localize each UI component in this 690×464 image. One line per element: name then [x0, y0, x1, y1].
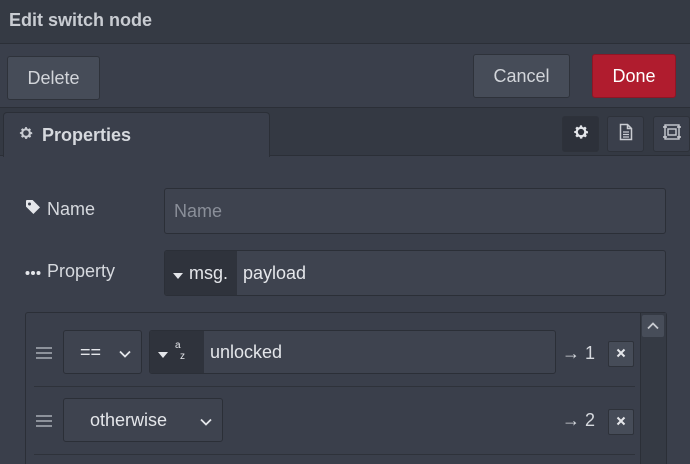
- chevron-down-icon: [200, 410, 212, 431]
- name-label: Name: [47, 199, 96, 219]
- caret-down-icon: [158, 342, 168, 363]
- remove-rule-button[interactable]: [608, 341, 634, 367]
- property-type-select[interactable]: msg.: [165, 251, 237, 295]
- rule-operator: ==: [80, 341, 102, 362]
- tab-bar: Properties: [0, 108, 690, 157]
- close-icon: [616, 345, 626, 363]
- property-typed-input[interactable]: msg. payload: [164, 250, 666, 296]
- tab-icon-appearance[interactable]: [653, 116, 690, 152]
- rule-operator-select[interactable]: otherwise: [63, 398, 223, 442]
- property-label: Property: [47, 261, 116, 281]
- svg-text:z: z: [180, 351, 185, 361]
- rule-output-label: → 1: [562, 343, 596, 363]
- tab-properties[interactable]: Properties: [3, 112, 270, 157]
- property-type-label: msg.: [189, 262, 229, 283]
- scroll-up-button[interactable]: [642, 315, 664, 337]
- string-az-icon: az: [174, 339, 188, 366]
- cancel-button[interactable]: Cancel: [473, 54, 570, 98]
- chevron-up-icon: [647, 317, 659, 335]
- tab-label: Properties: [42, 124, 132, 145]
- frame-icon: [662, 122, 682, 147]
- name-row-label: Name: [25, 199, 95, 220]
- chevron-down-icon: [119, 342, 131, 363]
- rule-divider: [34, 454, 635, 455]
- rule-operator: otherwise: [90, 409, 168, 430]
- drag-handle-icon[interactable]: [36, 415, 52, 430]
- remove-rule-button[interactable]: [608, 409, 634, 435]
- close-icon: [616, 413, 626, 431]
- rule-value-typed-input[interactable]: az unlocked: [149, 330, 556, 374]
- name-input[interactable]: [164, 188, 666, 234]
- drag-handle-icon[interactable]: [36, 347, 52, 362]
- rule-operator-select[interactable]: ==: [63, 330, 142, 374]
- gear-icon: [18, 125, 34, 146]
- dialog-action-bar: Delete Cancel Done: [0, 44, 690, 108]
- caret-down-icon: [173, 263, 183, 284]
- ellipsis-icon: [25, 261, 47, 282]
- tab-icon-settings[interactable]: [562, 116, 599, 152]
- done-button[interactable]: Done: [592, 54, 676, 98]
- rule-value[interactable]: unlocked: [204, 331, 282, 373]
- dialog-title: Edit switch node: [9, 10, 153, 30]
- dialog-titlebar: Edit switch node: [0, 0, 690, 44]
- rule-output-label: → 2: [562, 410, 596, 430]
- property-value[interactable]: payload: [237, 251, 306, 295]
- document-icon: [618, 123, 634, 146]
- tag-icon: [25, 199, 47, 220]
- rule-value-type-select[interactable]: az: [150, 331, 204, 373]
- rule-divider: [34, 386, 635, 387]
- gear-icon: [572, 123, 590, 146]
- rules-list: == az unlocked → 1 otherwise → 2: [25, 312, 667, 464]
- tab-icon-description[interactable]: [607, 116, 644, 152]
- property-row-label: Property: [25, 261, 115, 282]
- delete-button[interactable]: Delete: [7, 56, 100, 100]
- svg-text:a: a: [175, 340, 181, 351]
- rules-scrollbar[interactable]: [640, 313, 666, 464]
